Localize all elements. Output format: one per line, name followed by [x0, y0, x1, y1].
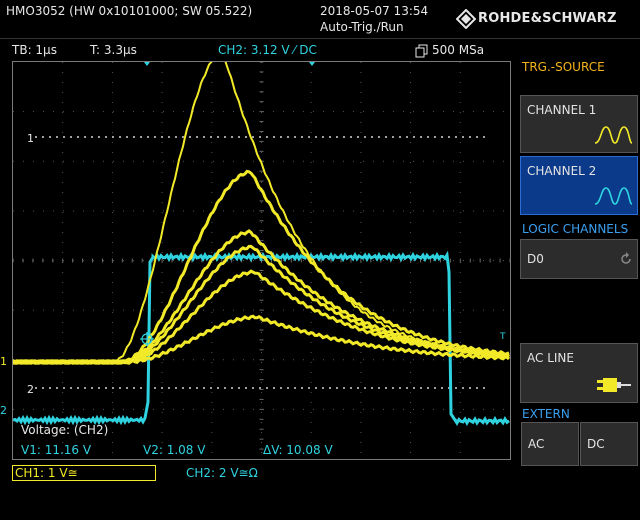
- trigger-time-marker: [144, 62, 150, 66]
- cursor-1-label: 1: [27, 132, 34, 145]
- device-info: HMO3052 (HW 0x10101000; SW 05.522): [6, 4, 253, 18]
- ch1-level-marker[interactable]: 1: [0, 355, 7, 368]
- ch1-waveform: [13, 244, 510, 366]
- trigger-level-marker[interactable]: T: [500, 331, 506, 344]
- channel-1-label: CHANNEL 1: [527, 103, 597, 117]
- measure-delta-v: ΔV: 10.08 V: [263, 443, 333, 457]
- channel-1-softkey[interactable]: CHANNEL 1: [520, 95, 638, 153]
- ch1-waveform: [13, 169, 510, 366]
- extern-dc-softkey[interactable]: DC: [580, 422, 638, 466]
- rotate-knob-icon: [621, 252, 631, 264]
- extern-dc-label: DC: [587, 437, 605, 451]
- power-plug-icon: [597, 378, 631, 392]
- brand-name: ROHDE&SCHWARZ: [478, 11, 617, 26]
- cursor-2-label: 2: [27, 383, 34, 396]
- extern-ac-label: AC: [528, 437, 545, 451]
- ch2-level-marker[interactable]: 2: [0, 404, 7, 417]
- datetime: 2018-05-07 13:54: [320, 4, 429, 18]
- ac-line-softkey[interactable]: AC LINE: [520, 343, 638, 403]
- brand-logo: ROHDE&SCHWARZ: [456, 9, 636, 29]
- ac-line-label: AC LINE: [527, 351, 574, 365]
- d0-label: D0: [527, 252, 544, 266]
- d0-softkey[interactable]: D0: [520, 239, 638, 279]
- measure-v1: V1: 11.16 V: [21, 443, 92, 457]
- waveform-plot: [13, 62, 510, 459]
- channel-2-softkey[interactable]: CHANNEL 2: [520, 156, 638, 215]
- trigger-center-marker: [309, 62, 315, 66]
- acquisition-mode: Auto-Trig./Run: [320, 20, 404, 34]
- extern-title: EXTERN: [522, 407, 570, 421]
- logic-channels-title: LOGIC CHANNELS: [522, 222, 629, 236]
- ch1-scale-tag[interactable]: CH1: 1 V≅: [12, 465, 156, 481]
- header-divider: [0, 38, 640, 39]
- waveform-display[interactable]: 1 2 Voltage: (CH2) V1: 11.16 V V2: 1.08 …: [12, 61, 511, 460]
- timebase-readout[interactable]: TB: 1µs: [12, 43, 57, 57]
- measure-v2: V2: 1.08 V: [143, 443, 206, 457]
- trigger-readout[interactable]: CH2: 3.12 V ⁄ DC: [218, 43, 317, 57]
- sample-rate-readout: 500 MSa: [432, 43, 485, 57]
- measure-title: Voltage: (CH2): [21, 423, 109, 437]
- menu-title: TRG.-SOURCE: [522, 60, 605, 74]
- ch1-wave-icon: [594, 126, 633, 144]
- ch2-wave-icon: [594, 187, 633, 205]
- ch2-scale-tag[interactable]: CH2: 2 V≅Ω: [186, 466, 258, 480]
- channel-2-label: CHANNEL 2: [527, 164, 597, 178]
- acquire-memory-icon: [415, 43, 429, 58]
- rohde-schwarz-diamond-icon: [456, 9, 476, 29]
- trigger-position-readout[interactable]: T: 3.3µs: [90, 43, 137, 57]
- extern-ac-softkey[interactable]: AC: [521, 422, 579, 466]
